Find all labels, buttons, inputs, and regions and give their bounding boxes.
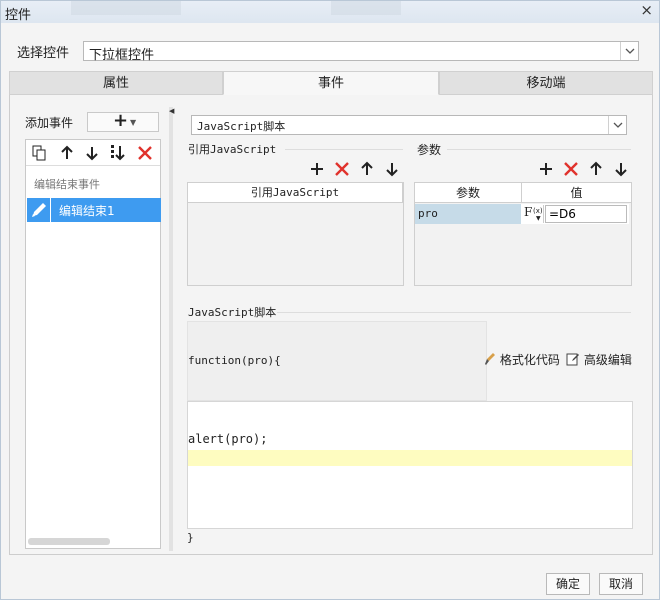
delete-icon[interactable] bbox=[334, 161, 350, 177]
event-list-item[interactable]: 编辑结束1 bbox=[27, 198, 161, 222]
arrow-up-icon[interactable] bbox=[58, 144, 76, 162]
event-list-panel: 添加事件 + ▼ 编辑结束事件 编辑结束1 bbox=[17, 107, 163, 551]
plus-icon[interactable] bbox=[309, 161, 325, 177]
tab-properties[interactable]: 属性 bbox=[9, 71, 223, 95]
edit-icon bbox=[566, 353, 579, 366]
function-header: function(pro){ bbox=[187, 321, 487, 401]
params-title: 参数 bbox=[417, 143, 442, 157]
move-to-bottom-icon[interactable] bbox=[109, 144, 127, 162]
horizontal-scrollbar[interactable] bbox=[28, 538, 110, 545]
ref-js-column-header: 引用JavaScript bbox=[188, 183, 403, 203]
function-footer: } bbox=[187, 531, 194, 544]
chevron-down-icon[interactable] bbox=[620, 42, 638, 60]
edit-pen-icon bbox=[27, 198, 51, 222]
plus-icon: + bbox=[113, 110, 129, 131]
chevron-down-icon[interactable] bbox=[608, 116, 626, 134]
param-value-input[interactable] bbox=[545, 205, 627, 223]
script-type-dropdown[interactable]: JavaScript脚本 bbox=[191, 115, 627, 135]
arrow-up-icon[interactable] bbox=[359, 161, 375, 177]
arrow-down-icon[interactable] bbox=[384, 161, 400, 177]
control-select-value: 下拉框控件 bbox=[89, 48, 155, 63]
event-list-toolbar bbox=[26, 140, 160, 166]
advanced-edit-button[interactable]: 高级编辑 bbox=[566, 351, 632, 368]
current-line-highlight bbox=[188, 450, 632, 466]
section-divider bbox=[447, 149, 631, 150]
control-select-dropdown[interactable]: 下拉框控件 bbox=[83, 41, 639, 63]
ghost-overlay bbox=[71, 1, 181, 15]
format-code-label: 格式化代码 bbox=[499, 353, 560, 367]
param-value-cell: F (x) ▼ bbox=[521, 204, 629, 224]
advanced-edit-label: 高级编辑 bbox=[583, 353, 632, 367]
format-code-button[interactable]: 格式化代码 bbox=[484, 351, 560, 368]
tab-mobile[interactable]: 移动端 bbox=[439, 71, 653, 95]
copy-icon[interactable] bbox=[31, 144, 49, 162]
delete-icon[interactable] bbox=[136, 144, 154, 162]
function-signature: function(pro){ bbox=[188, 354, 281, 367]
section-divider bbox=[277, 312, 631, 313]
js-script-title: JavaScript脚本 bbox=[188, 306, 277, 319]
control-dialog: 控件 × 选择控件 下拉框控件 属性 事件 移动端 添加事件 + ▼ 编辑结束事… bbox=[0, 0, 660, 600]
ref-js-grid: 引用JavaScript bbox=[187, 182, 404, 286]
arrow-down-icon[interactable] bbox=[83, 144, 101, 162]
ref-js-title: 引用JavaScript bbox=[188, 143, 277, 156]
param-name-cell[interactable]: pro bbox=[415, 204, 521, 224]
params-column-header: 参数 bbox=[415, 183, 522, 203]
params-grid: 参数 值 pro F (x) ▼ bbox=[414, 182, 632, 286]
add-event-button[interactable]: + ▼ bbox=[87, 110, 159, 132]
control-select-label: 选择控件 bbox=[17, 46, 70, 61]
caret-down-icon: ▼ bbox=[130, 118, 137, 127]
plus-icon[interactable] bbox=[538, 161, 554, 177]
add-event-label: 添加事件 bbox=[25, 116, 74, 130]
cancel-button[interactable]: 取消 bbox=[599, 573, 643, 595]
section-divider bbox=[285, 149, 403, 150]
formula-icon[interactable]: F (x) ▼ bbox=[522, 205, 544, 223]
delete-icon[interactable] bbox=[563, 161, 579, 177]
ok-button[interactable]: 确定 bbox=[546, 573, 590, 595]
arrow-up-icon[interactable] bbox=[588, 161, 604, 177]
tab-events[interactable]: 事件 bbox=[223, 71, 439, 95]
script-type-value: JavaScript脚本 bbox=[197, 120, 286, 133]
ghost-overlay bbox=[331, 1, 401, 15]
event-list: 编辑结束事件 编辑结束1 bbox=[25, 139, 161, 549]
code-editor[interactable]: alert(pro); bbox=[187, 401, 633, 529]
code-line: alert(pro); bbox=[188, 432, 268, 446]
arrow-down-icon[interactable] bbox=[613, 161, 629, 177]
event-item-label: 编辑结束1 bbox=[59, 204, 115, 218]
tab-bar: 属性 事件 移动端 bbox=[9, 71, 653, 95]
value-column-header: 值 bbox=[522, 183, 631, 203]
event-editor-panel: JavaScript脚本 引用JavaScript 引用JavaScript 参… bbox=[177, 107, 639, 551]
collapse-arrow-icon[interactable]: ◀ bbox=[169, 107, 174, 115]
brush-icon bbox=[485, 353, 495, 365]
panel-splitter[interactable]: ◀ bbox=[169, 107, 174, 551]
window-title: 控件 bbox=[5, 8, 32, 23]
event-type-label: 编辑结束事件 bbox=[34, 178, 100, 191]
close-icon[interactable]: × bbox=[640, 1, 653, 19]
title-bar: 控件 × bbox=[1, 1, 659, 23]
